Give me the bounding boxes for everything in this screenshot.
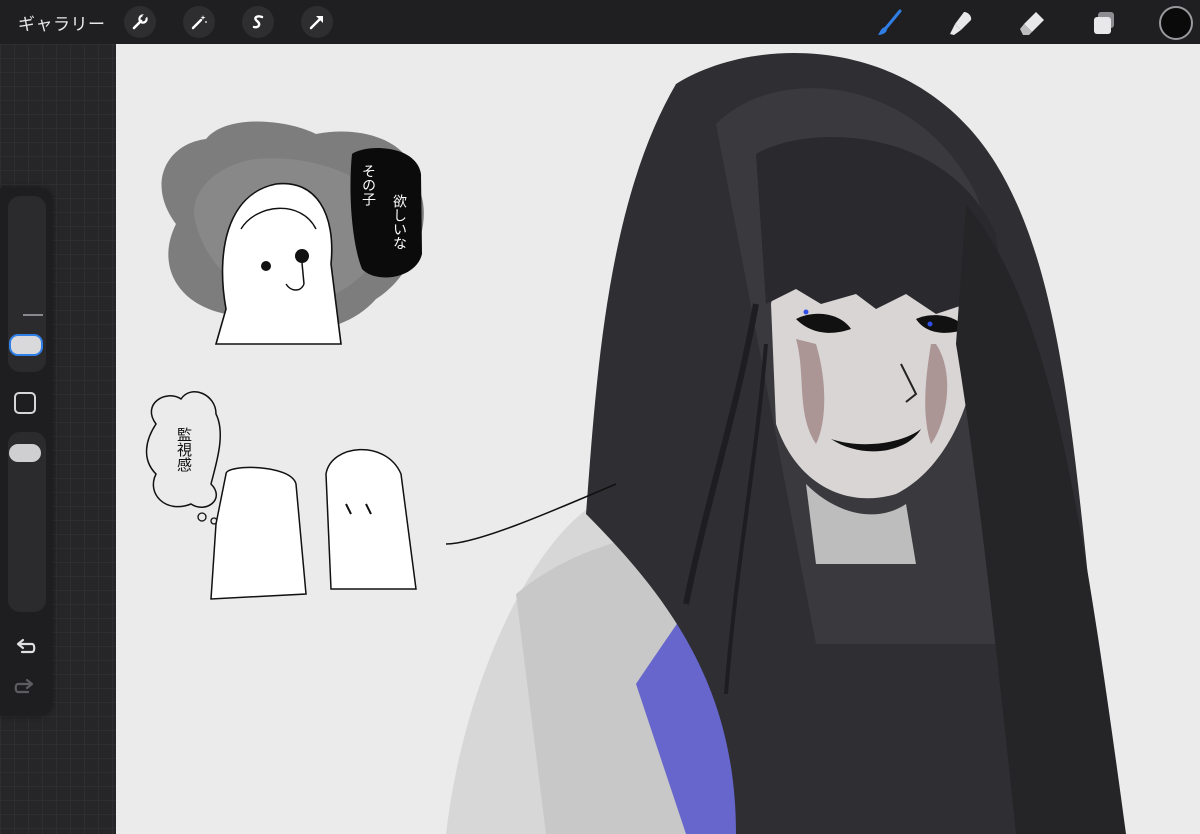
drawing-canvas[interactable]: その子 欲しいな 監視感	[116, 44, 1200, 834]
wrench-icon	[132, 13, 148, 30]
bubble-text-2: 欲しいな	[391, 194, 407, 250]
undo-arrow-icon	[16, 638, 36, 654]
sketch-thought-cloud: その子 欲しいな	[161, 121, 424, 345]
undo-button[interactable]	[12, 634, 38, 660]
sketch-two-figures: 監視感	[145, 391, 417, 600]
modify-color-button[interactable]	[14, 392, 36, 414]
layers-button[interactable]	[1087, 6, 1121, 40]
redo-arrow-icon	[14, 678, 34, 694]
smudge-icon	[950, 12, 972, 35]
actions-button[interactable]	[124, 6, 156, 38]
brush-icon	[878, 9, 902, 35]
bubble-text-1: その子	[360, 164, 376, 206]
left-sidebar	[0, 188, 52, 716]
artwork: その子 欲しいな 監視感	[145, 53, 1126, 834]
brush-size-slider[interactable]	[8, 196, 46, 372]
brush-size-tick	[23, 314, 43, 316]
transform-button[interactable]	[301, 6, 333, 38]
opacity-slider[interactable]	[8, 432, 46, 612]
brush-size-handle[interactable]	[9, 334, 43, 356]
smudge-tool-button[interactable]	[944, 6, 978, 40]
eraser-tool-button[interactable]	[1015, 6, 1049, 40]
brush-tool-button[interactable]	[872, 6, 906, 40]
eraser-icon	[1020, 12, 1044, 35]
selection-button[interactable]	[242, 6, 274, 38]
color-picker-button[interactable]	[1159, 6, 1193, 40]
gallery-button[interactable]: ギャラリー	[18, 10, 106, 35]
top-toolbar: ギャラリー	[0, 0, 1200, 44]
arrow-cursor-icon	[309, 16, 323, 30]
redo-button[interactable]	[12, 674, 38, 700]
opacity-handle[interactable]	[9, 444, 41, 462]
selection-s-icon	[252, 15, 264, 29]
main-illustration	[445, 53, 1126, 834]
thought-text: 監視感	[175, 427, 193, 472]
layers-icon	[1094, 12, 1114, 34]
magic-wand-icon	[191, 15, 207, 30]
adjustments-button[interactable]	[183, 6, 215, 38]
